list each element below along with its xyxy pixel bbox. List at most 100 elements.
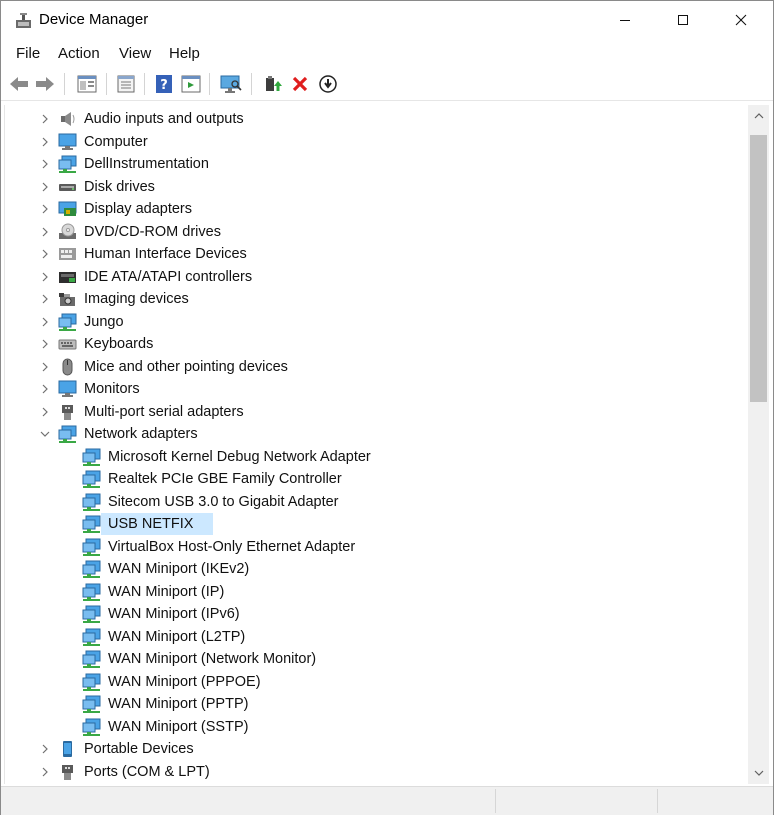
network-icon [82, 695, 101, 713]
tree-category-row[interactable]: Mice and other pointing devices [5, 356, 745, 378]
expand-collapse-toggle[interactable] [38, 266, 52, 288]
expand-collapse-toggle[interactable] [38, 131, 52, 153]
tree-category-row[interactable]: Imaging devices [5, 288, 745, 310]
menu-help[interactable]: Help [169, 45, 200, 62]
show-hide-console-tree-button[interactable] [75, 72, 99, 96]
expand-collapse-toggle[interactable] [38, 333, 52, 355]
chevron-right-icon [42, 744, 48, 754]
menu-file[interactable]: File [16, 45, 40, 62]
tree-category-row[interactable]: Computer [5, 131, 745, 153]
tree-device-row[interactable]: WAN Miniport (PPPOE) [5, 671, 745, 693]
device-tree[interactable]: Audio inputs and outputs Computer DellInst… [4, 105, 749, 784]
scroll-up-button[interactable] [748, 105, 769, 127]
expand-collapse-toggle[interactable] [38, 401, 52, 423]
tree-device-row[interactable]: WAN Miniport (IKEv2) [5, 558, 745, 580]
expand-collapse-toggle[interactable] [38, 288, 52, 310]
tree-device-row[interactable]: WAN Miniport (PPTP) [5, 693, 745, 715]
tree-category-row[interactable]: Portable Devices [5, 738, 745, 760]
tree-item-label: Audio inputs and outputs [84, 111, 244, 127]
tree-item-label: DVD/CD-ROM drives [84, 223, 221, 240]
tree-category-row[interactable]: Monitors [5, 378, 745, 400]
serial-icon [62, 764, 73, 780]
tree-category-row[interactable]: Multi-port serial adapters [5, 401, 745, 423]
maximize-button[interactable] [660, 1, 706, 39]
tree-item-label: WAN Miniport (IP) [108, 583, 225, 600]
uninstall-device-button[interactable] [288, 72, 312, 96]
tree-item-label: Imaging devices [84, 291, 189, 307]
forward-button[interactable] [33, 72, 57, 96]
tree-device-row[interactable]: Sitecom USB 3.0 to Gigabit Adapter [5, 491, 745, 513]
network-icon [82, 718, 101, 736]
expand-collapse-toggle[interactable] [38, 221, 52, 243]
properties-button[interactable] [114, 72, 138, 96]
tree-item-label: Ports (COM & LPT) [84, 763, 210, 780]
menu-view[interactable]: View [119, 45, 151, 62]
chevron-right-icon [42, 767, 48, 776]
expand-collapse-toggle[interactable] [38, 243, 52, 265]
tree-device-row[interactable]: USB NETFIX [5, 513, 745, 535]
expand-collapse-toggle[interactable] [38, 378, 52, 400]
tree-category-row[interactable]: Ports (COM & LPT) [5, 761, 745, 783]
menu-action[interactable]: Action [58, 45, 100, 62]
tree-device-row[interactable]: VirtualBox Host-Only Ethernet Adapter [5, 536, 745, 558]
minimize-button[interactable] [602, 1, 648, 39]
serial-icon [62, 404, 73, 420]
chevron-right-icon [42, 407, 48, 416]
network-icon [82, 650, 101, 668]
tree-category-row[interactable]: Jungo [5, 311, 745, 333]
tree-category-row[interactable]: DellInstrumentation [5, 153, 745, 175]
title-bar[interactable]: Device Manager [1, 1, 773, 39]
tree-item-label: VirtualBox Host-Only Ethernet Adapter [108, 538, 356, 555]
mouse-icon [62, 358, 73, 375]
vertical-scrollbar[interactable] [748, 105, 769, 784]
action-pane-button[interactable] [179, 72, 203, 96]
expand-collapse-toggle[interactable] [38, 423, 52, 445]
keyboard-icon [58, 339, 77, 350]
tree-category-row[interactable]: IDE ATA/ATAPI controllers [5, 266, 745, 288]
ide-icon [59, 271, 76, 283]
expand-collapse-toggle[interactable] [38, 176, 52, 198]
tree-item-label: Realtek PCIe GBE Family Controller [108, 471, 342, 487]
update-driver-button[interactable] [260, 72, 284, 96]
tree-category-row[interactable]: Display adapters [5, 198, 745, 220]
expand-collapse-toggle[interactable] [38, 153, 52, 175]
disk-icon [59, 183, 76, 191]
tree-device-row[interactable]: WAN Miniport (IP) [5, 581, 745, 603]
tree-category-row[interactable]: Disk drives [5, 176, 745, 198]
help-button[interactable]: ? [152, 72, 176, 96]
status-bar [1, 786, 773, 815]
scroll-down-button[interactable] [748, 762, 769, 784]
expand-collapse-toggle[interactable] [38, 356, 52, 378]
expand-collapse-toggle[interactable] [38, 311, 52, 333]
chevron-right-icon [42, 182, 48, 191]
close-button[interactable] [718, 1, 764, 39]
menu-bar: File Action View Help [1, 39, 773, 67]
expand-collapse-toggle[interactable] [38, 198, 52, 220]
expand-collapse-toggle[interactable] [38, 108, 52, 130]
expand-collapse-toggle[interactable] [38, 761, 52, 783]
tree-device-row[interactable]: WAN Miniport (L2TP) [5, 626, 745, 648]
chevron-up-icon [754, 113, 763, 119]
expand-collapse-toggle[interactable] [38, 738, 52, 760]
tree-item-label: Human Interface Devices [84, 246, 247, 262]
tree-device-row[interactable]: WAN Miniport (Network Monitor) [5, 648, 745, 670]
forward-icon [36, 77, 54, 91]
tree-category-row[interactable]: Network adapters [5, 423, 745, 445]
tree-item-label: WAN Miniport (L2TP) [108, 628, 246, 645]
chevron-right-icon [42, 137, 48, 146]
disable-device-button[interactable] [316, 72, 340, 96]
scan-hardware-button[interactable] [219, 72, 243, 96]
tree-category-row[interactable]: Human Interface Devices [5, 243, 745, 265]
back-button[interactable] [7, 72, 31, 96]
tree-device-row[interactable]: Microsoft Kernel Debug Network Adapter [5, 446, 745, 468]
tree-category-row[interactable]: Keyboards [5, 333, 745, 355]
tree-item-label: Sitecom USB 3.0 to Gigabit Adapter [108, 493, 339, 510]
scrollbar-thumb[interactable] [750, 135, 767, 402]
tree-device-row[interactable]: Realtek PCIe GBE Family Controller [5, 468, 745, 490]
chevron-right-icon [42, 339, 48, 349]
tree-device-row[interactable]: WAN Miniport (IPv6) [5, 603, 745, 625]
status-pane-divider [657, 789, 658, 813]
tree-category-row[interactable]: DVD/CD-ROM drives [5, 221, 745, 243]
tree-device-row[interactable]: WAN Miniport (SSTP) [5, 716, 745, 738]
tree-category-row[interactable]: Audio inputs and outputs [5, 108, 745, 130]
